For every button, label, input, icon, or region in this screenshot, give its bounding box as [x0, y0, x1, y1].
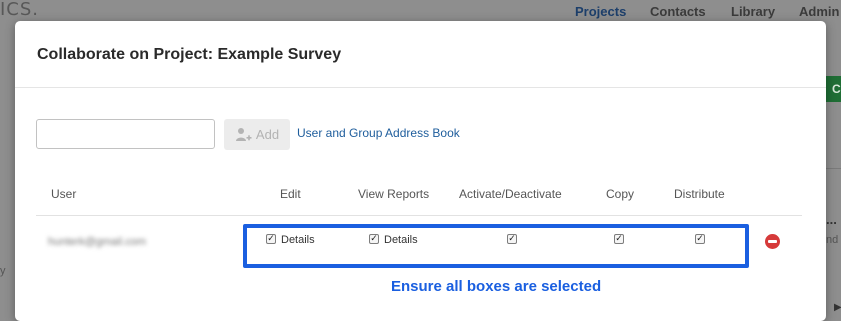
column-copy: Copy [606, 187, 635, 201]
column-distribute: Distribute [674, 187, 725, 201]
collaborator-user: hunterk@gmail.com [48, 236, 146, 248]
background-left-text: y [0, 265, 6, 277]
app-logo: ICS. [0, 0, 40, 20]
nav-projects[interactable]: Projects [575, 4, 626, 19]
instruction-annotation: Ensure all boxes are selected [391, 278, 602, 295]
nav-admin[interactable]: Admin [799, 4, 839, 19]
background-arrow-icon: ▶ [834, 302, 841, 313]
nav-library[interactable]: Library [731, 4, 775, 19]
permissions-highlight-box [243, 224, 749, 268]
background-text: nd [826, 234, 839, 246]
collaborate-dialog: Collaborate on Project: Example Survey A… [15, 21, 826, 321]
add-button-label: Add [255, 127, 280, 142]
add-button[interactable]: Add [224, 119, 290, 150]
background-create-button[interactable]: C [826, 76, 841, 102]
user-search-input[interactable] [36, 119, 215, 149]
dialog-header-divider [15, 87, 826, 88]
column-view-reports: View Reports [358, 187, 430, 201]
background-top-bar: ICS. Projects Contacts Library Admin [0, 0, 841, 22]
address-book-link[interactable]: User and Group Address Book [297, 126, 460, 140]
remove-collaborator-icon[interactable] [765, 234, 780, 249]
nav-contacts[interactable]: Contacts [650, 4, 706, 19]
table-header-divider [36, 215, 802, 216]
dialog-title: Collaborate on Project: Example Survey [37, 46, 342, 63]
column-activate-deactivate: Activate/Deactivate [459, 187, 562, 201]
column-edit: Edit [280, 187, 301, 201]
add-user-icon [235, 127, 252, 142]
background-divider [826, 168, 841, 169]
column-user: User [51, 187, 77, 201]
background-more-icon: ... [826, 212, 837, 227]
